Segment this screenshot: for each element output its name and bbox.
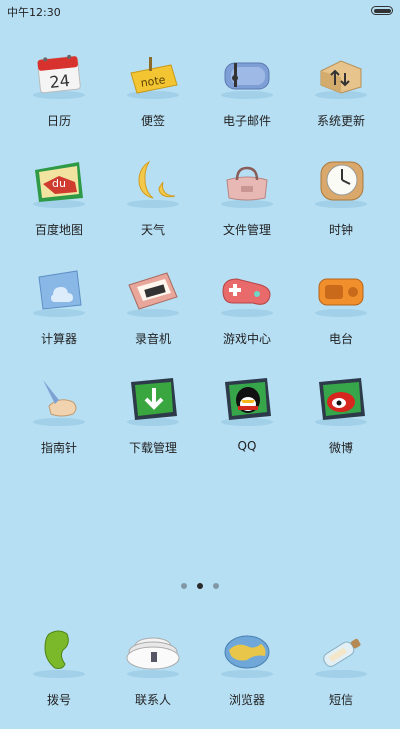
clock-icon [315,161,367,208]
app-label: 拨号 [46,693,71,707]
file-manager-icon [221,166,273,208]
app-label: 录音机 [134,332,171,346]
app-label: 联系人 [134,693,171,707]
page-indicator [0,583,400,593]
baidu-text: du [52,177,66,190]
baidu-map-icon: du [33,162,85,208]
weibo-icon [315,378,367,426]
app-weibo[interactable]: 微博 [291,372,391,477]
app-label: 短信 [328,693,353,707]
page-dot-active[interactable] [197,583,203,589]
page-dot[interactable] [181,583,187,589]
app-calculator[interactable]: 计算器 [9,263,109,368]
app-label: 百度地图 [34,223,83,237]
notes-icon: note [127,57,179,99]
compass-icon [33,380,85,426]
contacts-icon [126,637,180,678]
phone-icon [33,630,85,678]
app-label: 时钟 [328,223,353,237]
app-baidu-map[interactable]: du 百度地图 [9,154,109,259]
qq-icon [221,378,273,426]
app-compass[interactable]: 指南针 [9,372,109,477]
app-label: 便签 [140,114,165,128]
app-label: 电台 [328,332,353,346]
app-calendar[interactable]: 24 日历 [9,45,109,150]
messages-icon [315,638,367,678]
app-label: 系统更新 [316,114,365,128]
dock-contacts[interactable]: 联系人 [103,624,203,729]
app-qq[interactable]: QQ [197,372,297,477]
app-file-manager[interactable]: 文件管理 [197,154,297,259]
app-notes[interactable]: note 便签 [103,45,203,150]
app-radio[interactable]: 电台 [291,263,391,368]
app-download[interactable]: 下载管理 [103,372,203,477]
app-label: 下载管理 [128,441,177,455]
app-label: 电子邮件 [222,114,271,128]
app-weather[interactable]: 天气 [103,154,203,259]
app-recorder[interactable]: 录音机 [103,263,203,368]
update-icon [315,60,367,99]
app-label: 游戏中心 [222,332,271,346]
status-time: 中午12:30 [7,6,61,19]
calculator-icon [33,270,85,317]
mail-icon [221,62,273,99]
status-bar: 中午12:30 [0,0,400,24]
app-label: 日历 [46,114,71,128]
app-update[interactable]: 系统更新 [291,45,391,150]
dock-phone[interactable]: 拨号 [9,624,109,729]
recorder-icon [127,272,179,317]
app-label: 指南针 [40,441,77,455]
app-clock[interactable]: 时钟 [291,154,391,259]
app-label: QQ [237,439,257,453]
calendar-day: 24 [49,71,71,92]
app-label: 计算器 [40,332,77,346]
calendar-icon: 24 [33,54,85,99]
game-center-icon [221,278,273,317]
dock-browser[interactable]: 浏览器 [197,624,297,729]
dock-messages[interactable]: 短信 [291,624,391,729]
weather-icon [127,160,179,208]
app-label: 浏览器 [228,693,265,707]
app-label: 天气 [140,223,165,237]
app-mail[interactable]: 电子邮件 [197,45,297,150]
app-game-center[interactable]: 游戏中心 [197,263,297,368]
battery-icon [371,6,393,15]
download-icon [127,378,179,426]
radio-icon [315,278,367,317]
browser-icon [221,635,273,678]
app-label: 文件管理 [222,223,271,237]
app-label: 微博 [328,441,353,455]
page-dot[interactable] [213,583,219,589]
